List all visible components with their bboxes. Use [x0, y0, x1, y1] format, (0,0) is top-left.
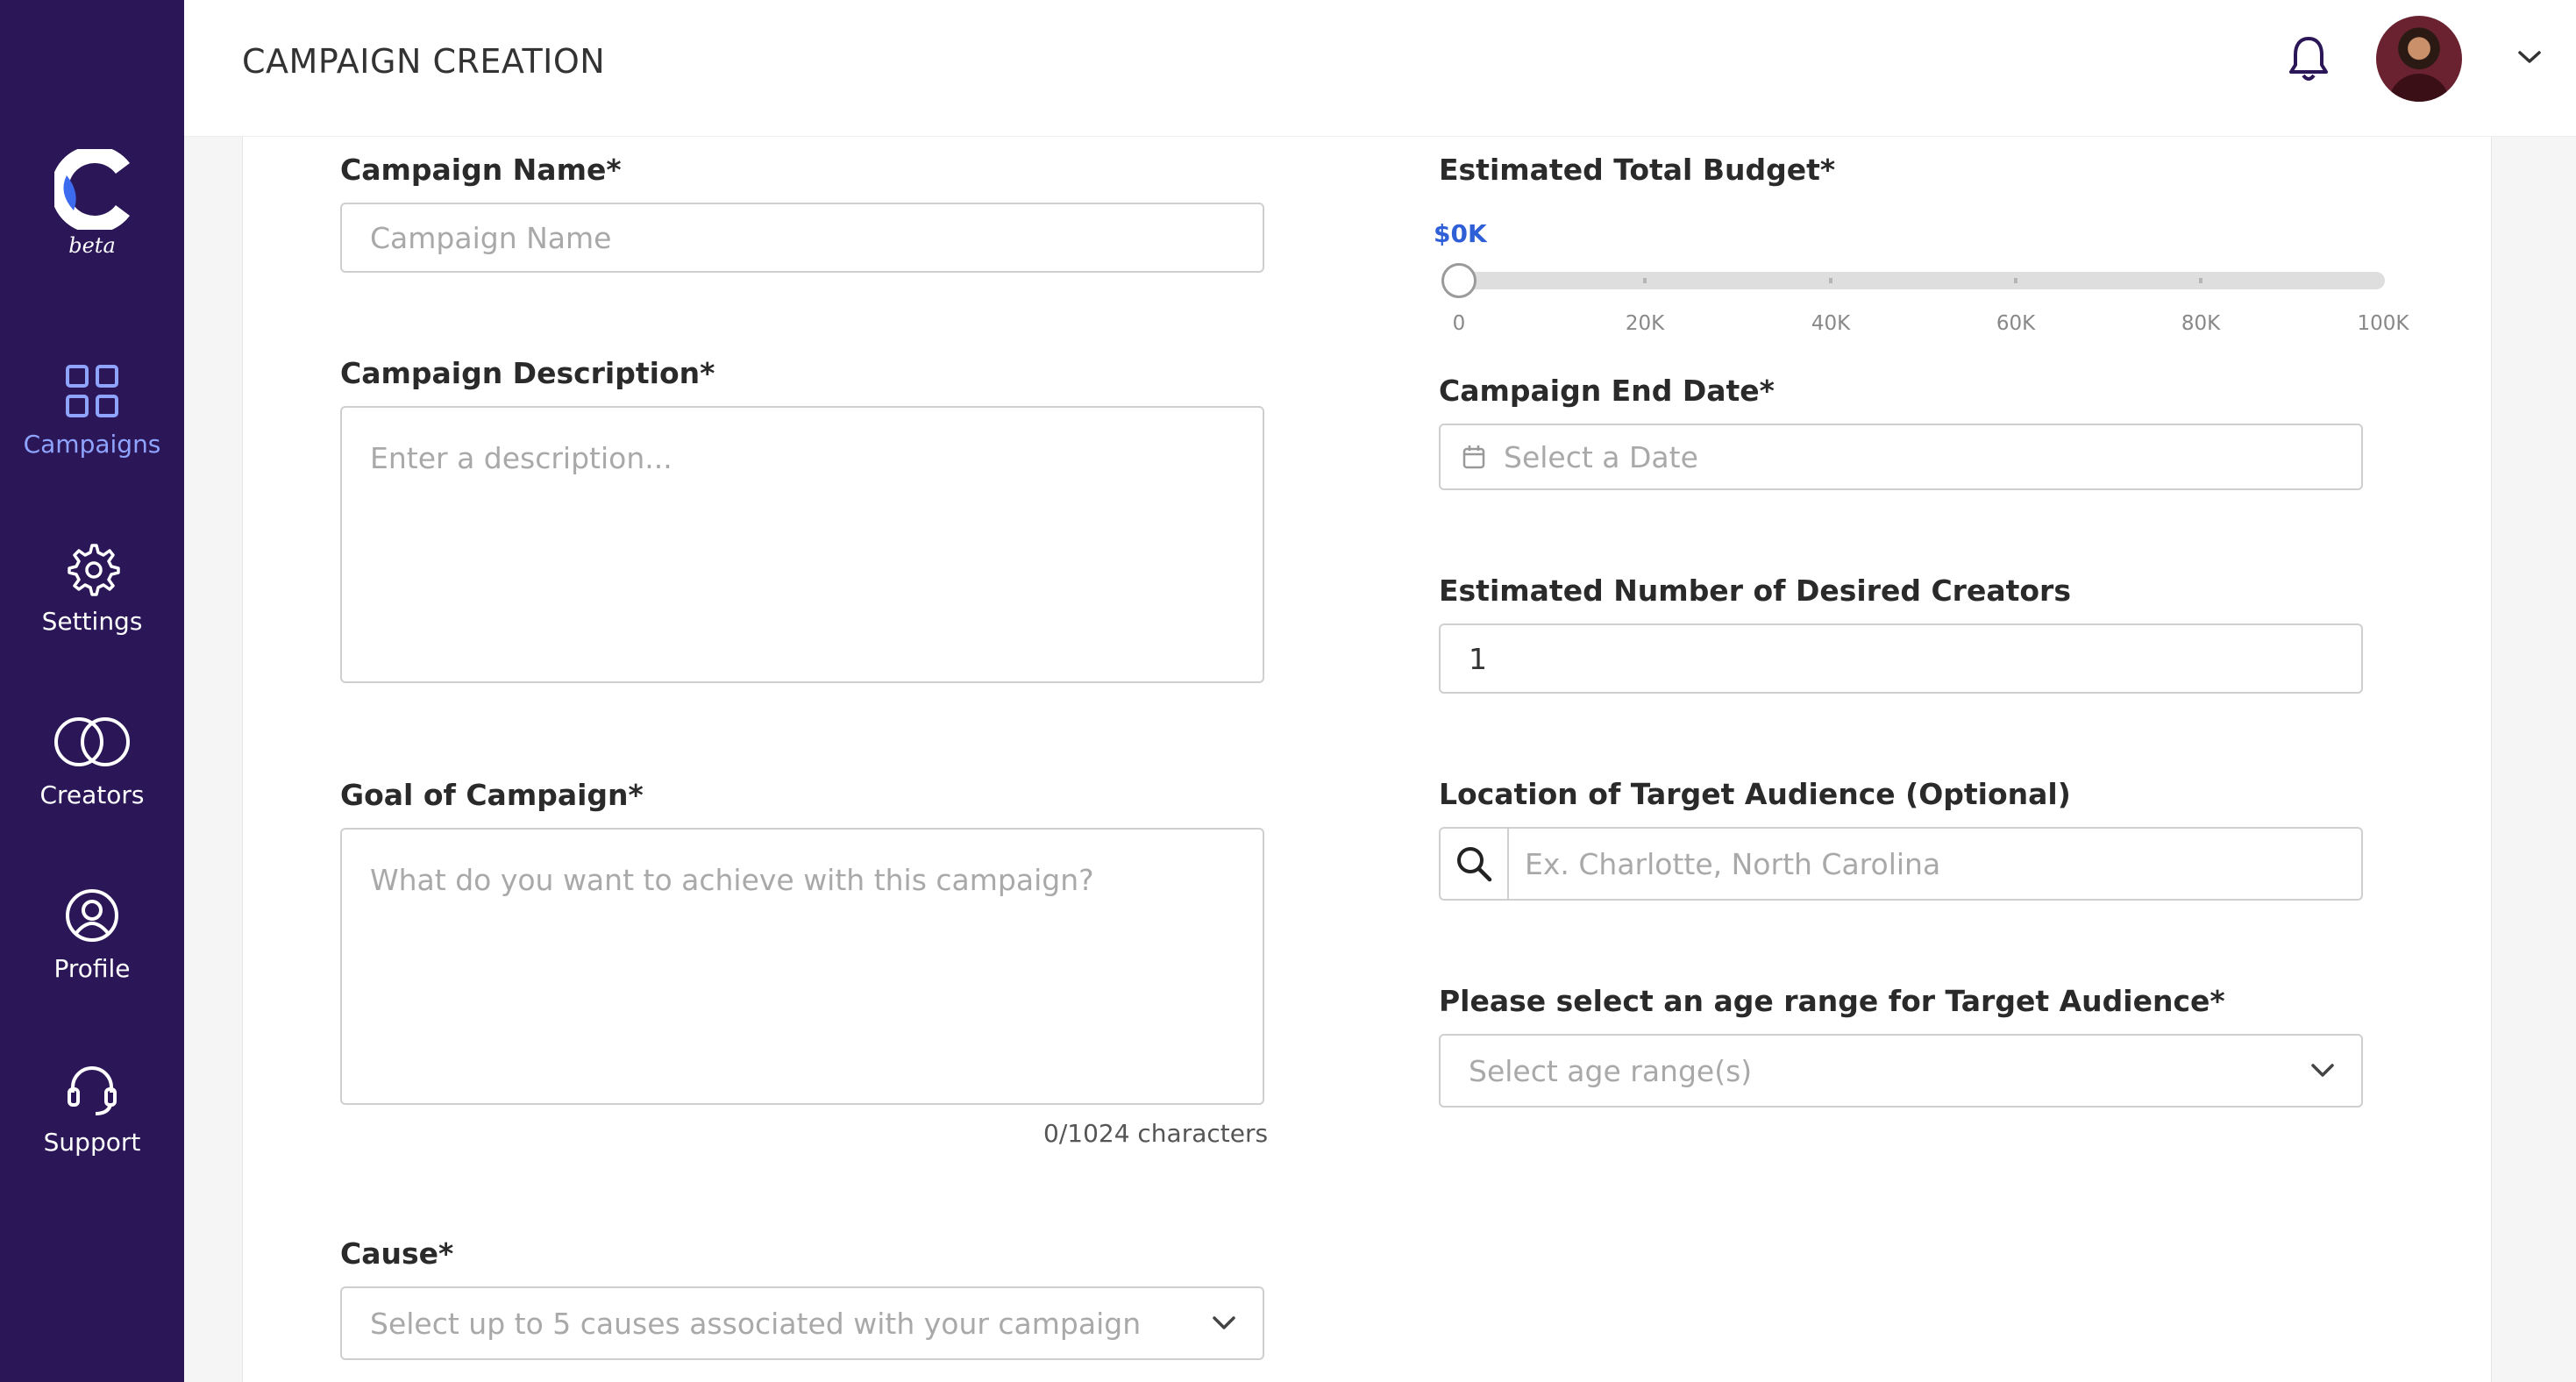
- campaign-form-card: [242, 137, 2492, 1382]
- location-search-button[interactable]: [1441, 829, 1509, 899]
- chevron-down-icon: [2311, 1064, 2334, 1077]
- budget-slider-thumb[interactable]: [1441, 263, 1477, 298]
- page-title: CAMPAIGN CREATION: [242, 42, 606, 81]
- location-input[interactable]: Ex. Charlotte, North Carolina: [1509, 847, 2361, 881]
- sidebar-item-label: Profile: [53, 954, 131, 983]
- creators-count-label: Estimated Number of Desired Creators: [1439, 573, 2071, 608]
- sidebar-item-label: Campaigns: [23, 430, 161, 459]
- campaign-name-placeholder: Campaign Name: [370, 220, 612, 255]
- campaign-goal-placeholder: What do you want to achieve with this ca…: [370, 863, 1094, 897]
- cause-label: Cause*: [340, 1236, 454, 1271]
- goal-character-counter: 0/1024 characters: [1043, 1119, 1269, 1148]
- slider-mark-label: 0: [1452, 312, 1466, 335]
- logo-c-icon: [54, 149, 130, 230]
- location-search: Ex. Charlotte, North Carolina: [1439, 827, 2363, 901]
- campaign-goal-textarea[interactable]: What do you want to achieve with this ca…: [340, 828, 1264, 1105]
- notifications-button[interactable]: [2288, 35, 2329, 86]
- bell-icon: [2289, 37, 2328, 81]
- campaign-description-textarea[interactable]: Enter a description...: [340, 406, 1264, 683]
- cause-select[interactable]: Select up to 5 causes associated with yo…: [340, 1286, 1264, 1360]
- slider-tick: [2199, 278, 2202, 283]
- budget-label: Estimated Total Budget*: [1439, 153, 1836, 187]
- slider-mark-label: 80K: [2181, 312, 2221, 335]
- grid-icon: [66, 365, 118, 417]
- sidebar-item-profile[interactable]: Profile: [0, 887, 184, 983]
- chevron-down-icon: [2518, 51, 2541, 63]
- campaign-description-placeholder: Enter a description...: [370, 441, 672, 475]
- sidebar-item-label: Creators: [39, 780, 145, 809]
- slider-tick: [2014, 278, 2017, 283]
- slider-mark-label: 100K: [2357, 312, 2409, 335]
- search-icon: [1457, 847, 1492, 882]
- sidebar: beta Campaigns Settings Creators Profile…: [0, 0, 184, 1382]
- cause-placeholder: Select up to 5 causes associated with yo…: [370, 1306, 1142, 1341]
- age-range-select[interactable]: Select age range(s): [1439, 1034, 2363, 1108]
- end-date-input[interactable]: Select a Date: [1439, 424, 2363, 490]
- end-date-placeholder: Select a Date: [1504, 439, 1698, 474]
- budget-slider-track[interactable]: [1441, 272, 2385, 289]
- budget-value: $0K: [1434, 219, 1487, 248]
- top-header: CAMPAIGN CREATION: [184, 0, 2576, 137]
- location-label: Location of Target Audience (Optional): [1439, 777, 2071, 811]
- age-range-placeholder: Select age range(s): [1469, 1053, 1753, 1088]
- gear-icon: [68, 544, 120, 596]
- sidebar-item-campaigns[interactable]: Campaigns: [0, 363, 184, 459]
- creators-count-input[interactable]: 1: [1439, 623, 2363, 694]
- account-menu-button[interactable]: [2516, 39, 2543, 81]
- slider-mark-label: 60K: [1996, 312, 2036, 335]
- user-circle-icon: [66, 889, 118, 942]
- app-logo[interactable]: beta: [0, 149, 184, 258]
- logo-tag: beta: [68, 233, 116, 258]
- overlapping-circles-icon: [54, 717, 130, 766]
- campaign-name-label: Campaign Name*: [340, 153, 622, 187]
- slider-tick: [1643, 278, 1647, 283]
- calendar-icon: [1462, 445, 1485, 469]
- slider-mark-label: 40K: [1811, 312, 1851, 335]
- avatar[interactable]: [2376, 16, 2462, 102]
- campaign-goal-label: Goal of Campaign*: [340, 778, 644, 812]
- sidebar-item-settings[interactable]: Settings: [0, 540, 184, 636]
- chevron-down-icon: [1213, 1316, 1235, 1329]
- sidebar-item-label: Settings: [41, 607, 143, 636]
- sidebar-item-support[interactable]: Support: [0, 1061, 184, 1157]
- end-date-label: Campaign End Date*: [1439, 374, 1775, 408]
- campaign-name-input[interactable]: Campaign Name: [340, 203, 1264, 273]
- headset-icon: [68, 1066, 117, 1115]
- sidebar-item-creators[interactable]: Creators: [0, 714, 184, 809]
- age-range-label: Please select an age range for Target Au…: [1439, 984, 2225, 1018]
- slider-mark-label: 20K: [1625, 312, 1665, 335]
- slider-tick: [1829, 278, 1832, 283]
- creators-count-value: 1: [1469, 641, 1487, 676]
- campaign-description-label: Campaign Description*: [340, 356, 715, 390]
- sidebar-item-label: Support: [43, 1128, 141, 1157]
